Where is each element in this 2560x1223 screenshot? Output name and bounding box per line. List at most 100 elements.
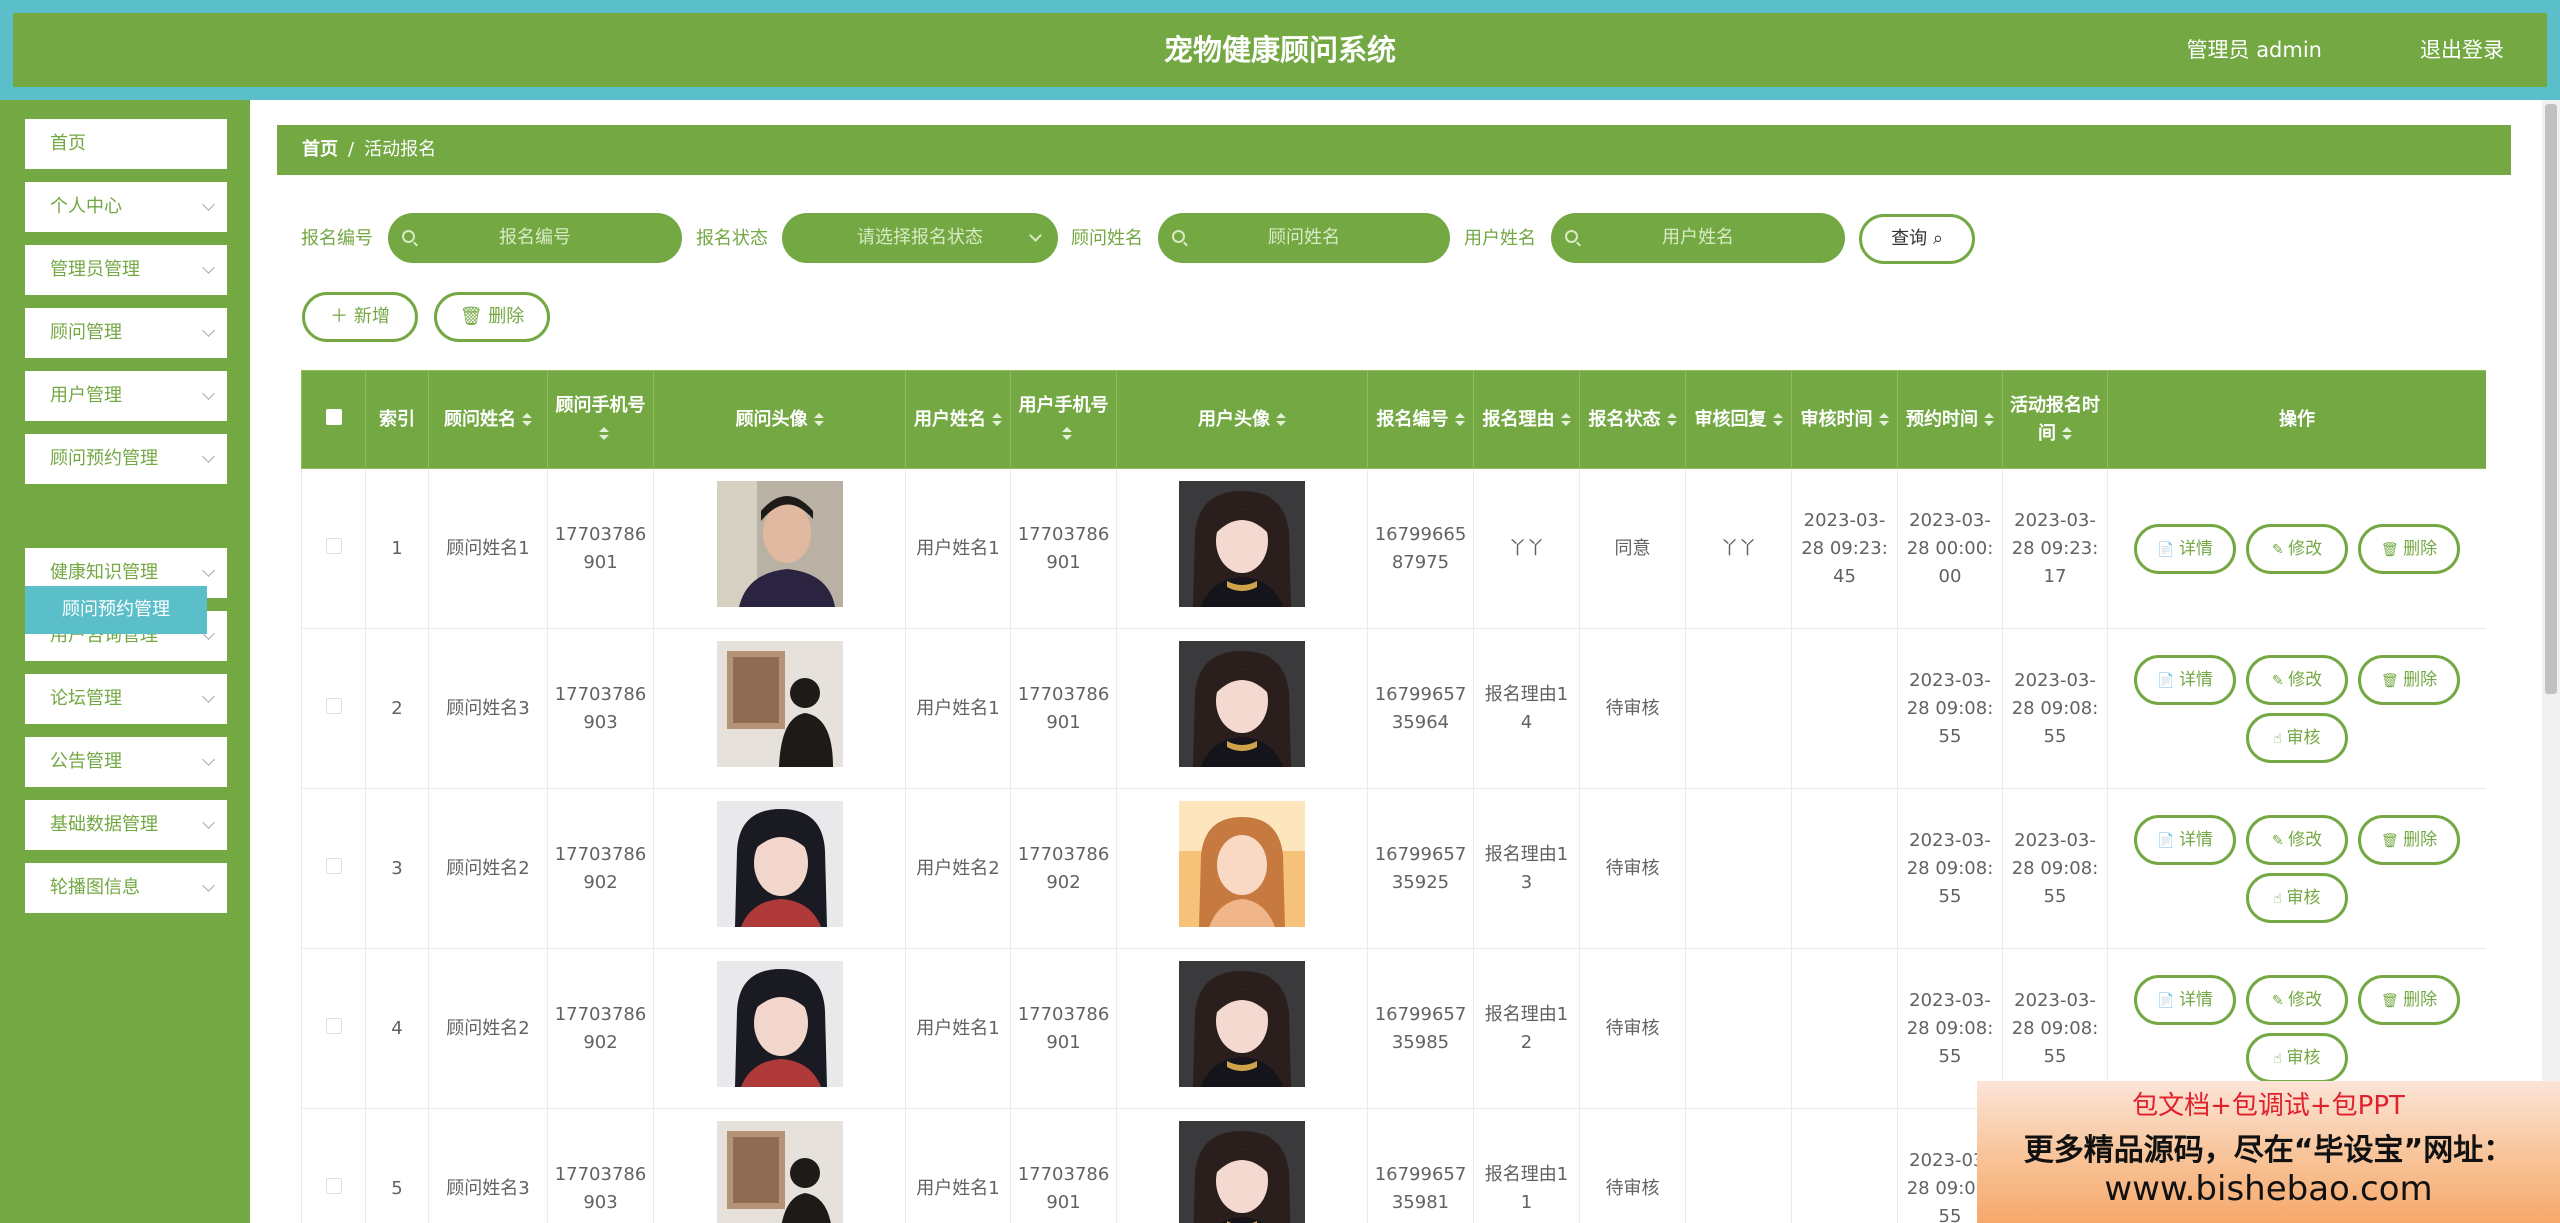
row-index: 1 [365,468,429,629]
sort-icon[interactable] [992,413,1002,426]
row-checkbox[interactable] [325,537,342,554]
column-header[interactable]: 报名状态 [1579,370,1686,469]
audit-button[interactable]: ☝ 审核 [2246,872,2348,923]
row-select-cell [301,788,366,949]
sidebar-item[interactable]: 论坛管理 [25,674,227,724]
document-icon: 📄 [2157,832,2179,849]
edit-button[interactable]: ✎ 修改 [2246,654,2348,705]
delete-button[interactable]: 🗑 删除 [2358,814,2460,865]
consultant-avatar[interactable] [716,481,843,607]
row-checkbox[interactable] [325,1017,342,1034]
sort-icon[interactable] [1061,427,1072,440]
detail-button[interactable]: 📄 详情 [2134,654,2236,705]
detail-button[interactable]: 📄 详情 [2134,974,2236,1025]
sidebar-item-label: 健康知识管理 [50,562,158,583]
column-header[interactable]: 审核时间 [1791,370,1898,469]
edit-button[interactable]: ✎ 修改 [2246,814,2348,865]
user-phone-cell: 17703786901 [1010,948,1117,1109]
user-avatar[interactable] [1179,1121,1305,1223]
column-header[interactable]: 报名编号 [1367,370,1474,469]
audit-button[interactable]: ☝ 审核 [2246,1032,2348,1083]
signup-code-input[interactable]: 报名编号 [388,213,682,263]
sidebar-item-label: 首页 [50,133,86,154]
audit-button[interactable]: ☝ 审核 [2246,712,2348,763]
delete-button[interactable]: 🗑 删除 [2358,523,2460,574]
column-header[interactable]: 顾问手机号 [547,370,654,469]
sort-icon[interactable] [1878,413,1889,426]
audit-button-label: 审核 [2286,727,2321,748]
column-header[interactable]: 用户头像 [1116,370,1368,469]
user-avatar[interactable] [1179,641,1305,767]
audit-button-label: 审核 [2286,887,2321,908]
column-header-label: 报名状态 [1588,408,1661,430]
sidebar-item[interactable]: 顾问管理 [25,308,227,358]
detail-button[interactable]: 📄 详情 [2134,523,2236,574]
sidebar-item[interactable]: 用户管理 [25,371,227,421]
sort-icon[interactable] [1772,413,1783,426]
main-scrollbar[interactable] [2542,100,2560,1223]
consultant-avatar[interactable] [716,801,843,927]
consultant-avatar[interactable] [716,1121,843,1223]
column-header[interactable]: 顾问姓名 [428,370,548,469]
audit-time-cell [1791,788,1898,949]
consultant-avatar[interactable] [716,961,843,1087]
consultant-avatar[interactable] [716,641,843,767]
sidebar-item[interactable]: 公告管理 [25,737,227,787]
user-name-input[interactable]: 用户姓名 [1551,213,1845,263]
detail-button-label: 详情 [2178,989,2213,1010]
column-header[interactable]: 用户手机号 [1010,370,1117,469]
sort-icon[interactable] [598,427,609,440]
row-select-cell [301,1108,366,1223]
query-button[interactable]: 查询 ⌕ [1859,214,1975,264]
delete-button[interactable]: 🗑 删除 [2358,654,2460,705]
user-avatar[interactable] [1179,961,1305,1087]
column-header[interactable]: 用户姓名 [905,370,1011,469]
sort-icon[interactable] [1276,413,1286,426]
breadcrumb-home[interactable]: 首页 [302,139,338,160]
logout-link[interactable]: 退出登录 [2420,13,2504,87]
signup-status-select[interactable]: 请选择报名状态 [782,213,1058,263]
sort-icon[interactable] [2062,427,2072,440]
edit-button[interactable]: ✎ 修改 [2246,974,2348,1025]
edit-button[interactable]: ✎ 修改 [2246,523,2348,574]
sidebar-item-label: 用户管理 [50,385,122,406]
column-header[interactable]: 报名理由 [1473,370,1580,469]
audit-time-cell [1791,628,1898,789]
submenu-item-active[interactable]: 顾问预约管理 [25,586,207,634]
consultant-name-input[interactable]: 顾问姓名 [1158,213,1450,263]
sort-icon[interactable] [1454,413,1465,426]
select-all-checkbox[interactable] [325,408,342,425]
thumb-icon: ☝ [2273,890,2287,907]
sidebar-item[interactable]: 管理员管理 [25,245,227,295]
sidebar-item[interactable]: 轮播图信息 [25,863,227,913]
add-button[interactable]: ＋ 新增 [302,292,418,342]
sort-icon[interactable] [522,413,532,426]
signup-status-cell: 待审核 [1579,788,1686,949]
table-row: 1 顾问姓名1 17703786901 用户姓名1 17703786901 1679966… [301,468,2486,629]
sidebar-item[interactable]: 首页 [25,119,227,169]
detail-button[interactable]: 📄 详情 [2134,814,2236,865]
consultant-phone-cell: 17703786902 [547,788,654,949]
column-header[interactable]: 活动报名时间 [2002,370,2108,469]
sidebar-item[interactable]: 顾问预约管理 [25,434,227,484]
sort-icon[interactable] [813,413,824,426]
table-header-row: 索引 顾问姓名 顾问手机号 顾问头像 用户姓名 用户手机号 用户头像 报名编号 报名理由 报名状态… [301,370,2486,469]
row-checkbox[interactable] [325,1177,342,1194]
row-checkbox[interactable] [325,697,342,714]
delete-button[interactable]: 🗑 删除 [2358,974,2460,1025]
user-avatar[interactable] [1179,481,1305,607]
audit-reply-cell: 丫丫 [1685,468,1792,629]
column-header[interactable]: 预约时间 [1897,370,2003,469]
column-header[interactable]: 审核回复 [1685,370,1792,469]
sort-icon[interactable] [1984,413,1994,426]
sort-icon[interactable] [1560,413,1571,426]
sidebar-item[interactable]: 个人中心 [25,182,227,232]
column-header[interactable]: 顾问头像 [653,370,906,469]
batch-delete-button[interactable]: 🗑 删除 [434,292,550,342]
sidebar-item[interactable]: 基础数据管理 [25,800,227,850]
user-avatar[interactable] [1179,801,1305,927]
scrollbar-thumb[interactable] [2545,104,2557,694]
signup-reason-cell: 报名理由13 [1473,788,1580,949]
row-checkbox[interactable] [325,857,342,874]
sort-icon[interactable] [1666,413,1677,426]
